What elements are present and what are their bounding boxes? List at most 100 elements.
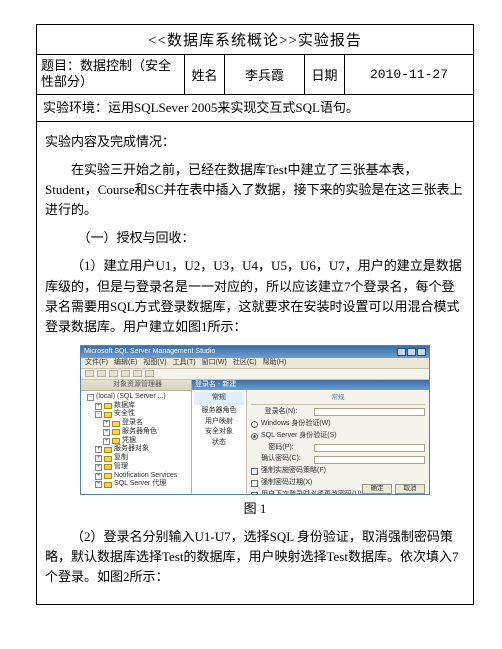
login-name-label: 登录名(N): bbox=[251, 407, 311, 418]
folder-icon bbox=[112, 438, 120, 444]
menu-item[interactable]: 视图(V) bbox=[143, 358, 166, 369]
expand-icon[interactable]: + bbox=[103, 429, 110, 436]
report-frame: <<数据库系统概论>>实验报告 题目：数据控制（安全性部分） 姓名 李兵霞 日期… bbox=[36, 24, 474, 605]
collapse-icon[interactable]: - bbox=[95, 411, 102, 418]
section-title: 实验内容及完成情况： bbox=[45, 132, 465, 152]
confirm-password-input[interactable] bbox=[314, 456, 425, 464]
tree-node[interactable]: +服务器对象 bbox=[83, 445, 189, 454]
ssms-body: 对象资源管理器 -(local) (SQL Server ...) +数据库 -… bbox=[81, 380, 429, 495]
page-securables[interactable]: 安全对象 bbox=[194, 427, 244, 438]
dialog-titlebar: 登录名 - 新建 bbox=[192, 380, 429, 390]
folder-icon bbox=[104, 464, 112, 470]
toolbar-button[interactable] bbox=[121, 370, 130, 377]
window-buttons bbox=[397, 348, 426, 356]
paragraph-3: （2）登录名分别输入U1-U7，选择SQL 身份验证，取消强制密码策略，默认数据… bbox=[45, 527, 465, 587]
figure-1-caption: 图 1 bbox=[45, 499, 465, 519]
name-label: 姓名 bbox=[185, 55, 225, 94]
expand-icon[interactable]: + bbox=[103, 438, 110, 445]
report-title: <<数据库系统概论>>实验报告 bbox=[37, 25, 473, 55]
collapse-icon[interactable]: - bbox=[87, 394, 94, 401]
tree-node[interactable]: +管理 bbox=[83, 463, 189, 472]
confirm-password-label: 确认密码(C): bbox=[251, 454, 311, 465]
tree-node[interactable]: -安全性 bbox=[83, 410, 189, 419]
chk-mustchange-label: 用户下次登录时必须更改密码(U) bbox=[261, 490, 362, 495]
menu-item[interactable]: 工具(T) bbox=[173, 358, 196, 369]
folder-icon bbox=[104, 456, 112, 462]
menu-item[interactable]: 社区(C) bbox=[233, 358, 257, 369]
ssms-titlebar: Microsoft SQL Server Management Studio bbox=[81, 346, 429, 358]
folder-icon bbox=[104, 482, 112, 488]
radio-sql-auth[interactable] bbox=[251, 433, 258, 440]
dialog-buttons: 确定 取消 bbox=[362, 484, 425, 494]
folder-icon bbox=[104, 447, 112, 453]
tree-node[interactable]: +数据库 bbox=[83, 402, 189, 411]
object-explorer: 对象资源管理器 -(local) (SQL Server ...) +数据库 -… bbox=[81, 380, 192, 495]
radio-windows-auth[interactable] bbox=[251, 421, 258, 428]
dialog-body: 常规 服务器角色 用户映射 安全对象 状态 常规 登录名(N): Windows bbox=[192, 390, 429, 495]
topic-cell: 题目：数据控制（安全性部分） bbox=[37, 55, 185, 94]
ssms-window: Microsoft SQL Server Management Studio 文… bbox=[80, 345, 430, 495]
tree-node[interactable]: -(local) (SQL Server ...) bbox=[83, 393, 189, 402]
menu-item[interactable]: 文件(F) bbox=[85, 358, 108, 369]
environment-row: 实验环境：运用SQLSever 2005来实现交互式SQL语句。 bbox=[37, 95, 473, 122]
expand-icon[interactable]: + bbox=[95, 455, 102, 462]
cancel-button[interactable]: 取消 bbox=[395, 484, 425, 494]
ok-button[interactable]: 确定 bbox=[362, 484, 392, 494]
paragraph-2: （1）建立用户U1，U2，U3，U4，U5，U6，U7，用户的建立是数据库级的，… bbox=[45, 256, 465, 337]
menu-item[interactable]: 窗口(W) bbox=[202, 358, 227, 369]
password-label: 密码(P): bbox=[251, 443, 311, 454]
page-roles[interactable]: 服务器角色 bbox=[194, 406, 244, 417]
new-login-dialog: 登录名 - 新建 常规 服务器角色 用户映射 安全对象 bbox=[192, 380, 429, 495]
tree-node[interactable]: +服务器角色 bbox=[83, 428, 189, 437]
expand-icon[interactable]: + bbox=[95, 473, 102, 480]
folder-icon bbox=[104, 473, 112, 479]
figure-1: Microsoft SQL Server Management Studio 文… bbox=[45, 345, 465, 495]
page-general[interactable]: 常规 bbox=[194, 392, 244, 405]
toolbar-button[interactable] bbox=[133, 370, 142, 377]
date-value: 2010-11-27 bbox=[345, 55, 473, 94]
toolbar-button[interactable] bbox=[85, 370, 94, 377]
password-input[interactable] bbox=[314, 444, 425, 452]
toolbar-button[interactable] bbox=[145, 370, 154, 377]
expand-icon[interactable]: + bbox=[95, 403, 102, 410]
toolbar-button[interactable] bbox=[109, 370, 118, 377]
page-status[interactable]: 状态 bbox=[194, 438, 244, 449]
chk-policy-label: 强制实施密码策略(F) bbox=[261, 466, 326, 477]
dialog-form: 常规 登录名(N): Windows 身份验证(W) SQL Server 身份… bbox=[247, 390, 429, 495]
expand-icon[interactable]: + bbox=[95, 446, 102, 453]
menu-item[interactable]: 编辑(E) bbox=[114, 358, 137, 369]
folder-icon bbox=[104, 412, 112, 418]
meta-row: 题目：数据控制（安全性部分） 姓名 李兵霞 日期 2010-11-27 bbox=[37, 55, 473, 95]
paragraph-1: 在实验三开始之前，已经在数据库Test中建立了三张基本表，Student，Cou… bbox=[45, 160, 465, 220]
chk-mustchange[interactable] bbox=[251, 492, 258, 495]
folder-icon bbox=[104, 403, 112, 409]
maximize-icon[interactable] bbox=[407, 348, 416, 356]
oe-header: 对象资源管理器 bbox=[81, 380, 191, 391]
tree: -(local) (SQL Server ...) +数据库 -安全性 +登录名… bbox=[81, 391, 191, 491]
chk-expire[interactable] bbox=[251, 480, 258, 487]
tree-node[interactable]: +登录名 bbox=[83, 419, 189, 428]
expand-icon[interactable]: + bbox=[103, 420, 110, 427]
folder-icon bbox=[112, 421, 120, 427]
body-area: 实验内容及完成情况： 在实验三开始之前，已经在数据库Test中建立了三张基本表，… bbox=[37, 122, 473, 604]
auth-win-label: Windows 身份验证(W) bbox=[261, 419, 331, 430]
chk-policy[interactable] bbox=[251, 468, 258, 475]
expand-icon[interactable]: + bbox=[95, 481, 102, 488]
login-name-input[interactable] bbox=[314, 408, 425, 416]
toolbar-button[interactable] bbox=[97, 370, 106, 377]
auth-sql-label: SQL Server 身份验证(S) bbox=[261, 431, 337, 442]
tree-node[interactable]: +SQL Server 代理 bbox=[83, 480, 189, 489]
toolbar bbox=[81, 369, 429, 380]
tree-node[interactable]: +复制 bbox=[83, 454, 189, 463]
minimize-icon[interactable] bbox=[397, 348, 406, 356]
close-icon[interactable] bbox=[417, 348, 426, 356]
page: <<数据库系统概论>>实验报告 题目：数据控制（安全性部分） 姓名 李兵霞 日期… bbox=[0, 0, 502, 649]
heading-1: （一）授权与回收： bbox=[45, 228, 465, 248]
expand-icon[interactable]: + bbox=[95, 464, 102, 471]
menu-item[interactable]: 帮助(H) bbox=[263, 358, 287, 369]
menubar: 文件(F) 编辑(E) 视图(V) 工具(T) 窗口(W) 社区(C) 帮助(H… bbox=[81, 358, 429, 369]
dialog-title: 登录名 - 新建 bbox=[195, 380, 236, 390]
dialog-pages: 常规 服务器角色 用户映射 安全对象 状态 bbox=[192, 390, 247, 495]
name-value: 李兵霞 bbox=[225, 55, 305, 94]
page-mapping[interactable]: 用户映射 bbox=[194, 417, 244, 428]
